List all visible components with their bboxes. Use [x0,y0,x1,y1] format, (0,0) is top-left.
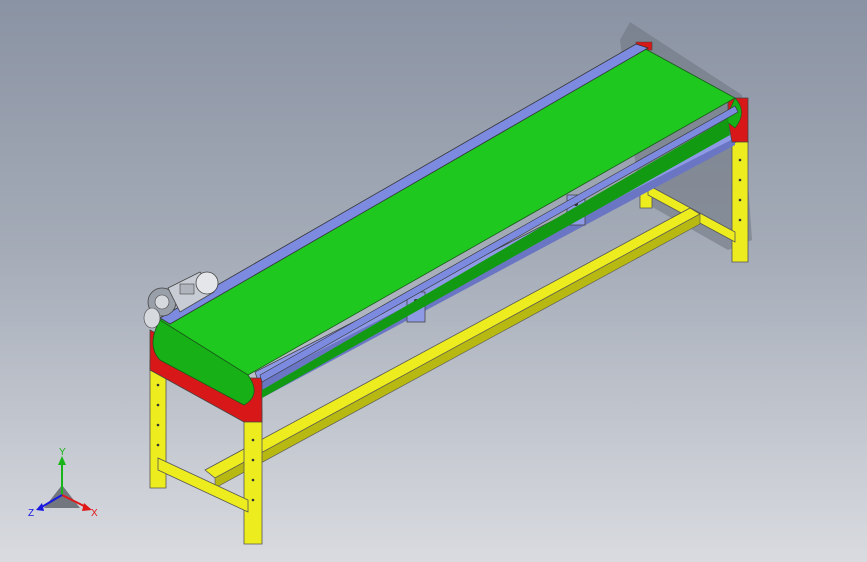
x-axis-label: X [91,508,98,519]
view-triad: Y X Z [28,447,98,519]
y-axis-label: Y [59,447,66,458]
z-axis-label: Z [28,508,34,519]
3d-model-viewport[interactable]: Y X Z [0,0,867,562]
